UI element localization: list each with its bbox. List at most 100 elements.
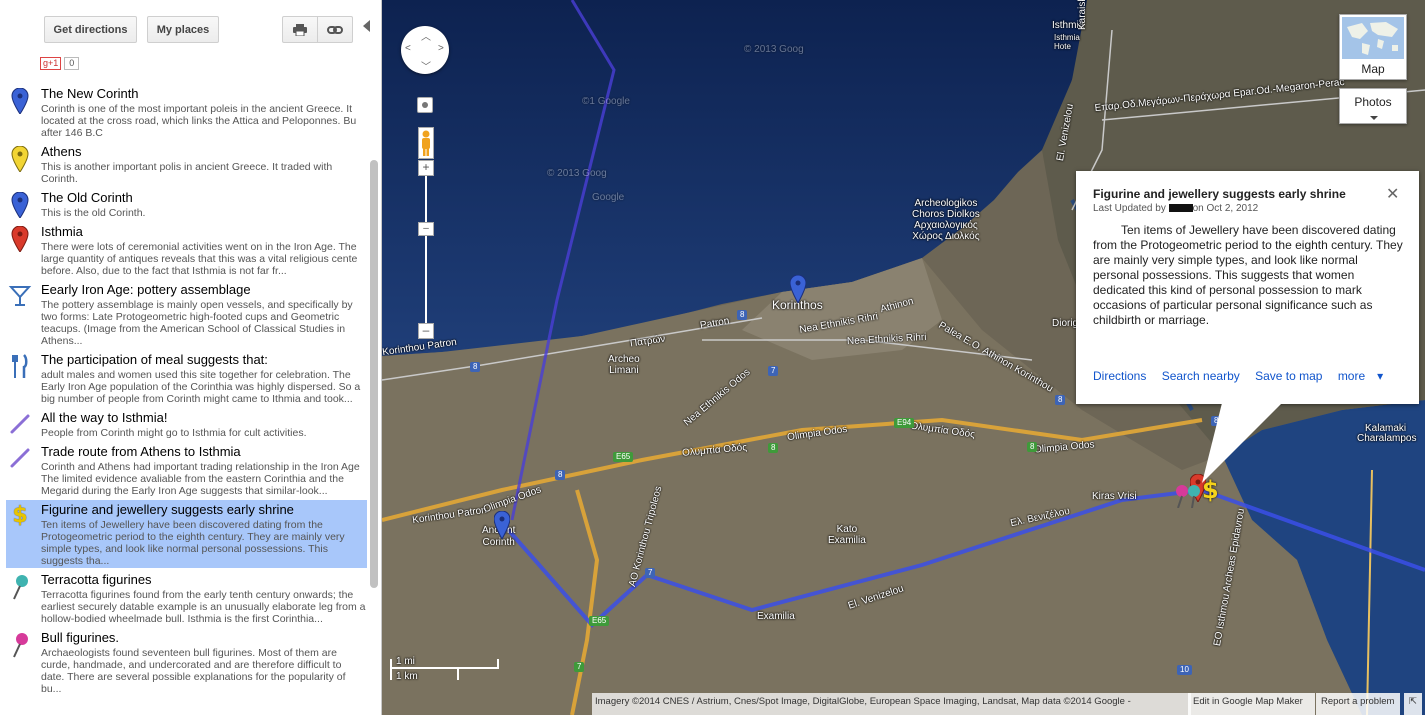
collapse-panel-icon[interactable] <box>363 20 370 32</box>
map-type-label: Map <box>1361 62 1385 76</box>
place-list-item[interactable]: Bull figurines. Archaeologists found seve… <box>6 628 367 692</box>
zoom-slider-track[interactable] <box>425 176 427 323</box>
marker-old-corinth-icon[interactable] <box>494 511 510 539</box>
get-directions-button[interactable]: Get directions <box>44 16 137 43</box>
road-shield: 7 <box>574 662 585 672</box>
place-description: The pottery assemblage is mainly open ve… <box>41 299 353 347</box>
place-list-item[interactable]: The New Corinth Corinth is one of the mos… <box>6 84 367 140</box>
road-shield: E65 <box>613 452 634 462</box>
photos-button[interactable]: Photos <box>1339 88 1407 124</box>
map-watermark: © 2013 Goog <box>547 168 607 179</box>
panel-scrollbar[interactable] <box>370 160 378 588</box>
map-type-button[interactable]: Map <box>1339 14 1407 80</box>
map-attribution: Imagery ©2014 CNES / Astrium, Cnes/Spot … <box>592 693 1191 715</box>
my-places-button[interactable]: My places <box>147 16 219 43</box>
map-label: Kiras Vrisi <box>1092 491 1137 502</box>
pan-left-icon[interactable]: < <box>405 43 411 54</box>
scale-mi-label: 1 mi <box>396 656 415 667</box>
place-title[interactable]: Bull figurines. <box>41 630 119 645</box>
more-label: more <box>1337 369 1366 383</box>
place-description: This is the old Corinth. <box>41 207 146 219</box>
place-title[interactable]: The Old Corinth <box>41 190 133 205</box>
place-title[interactable]: Trade route from Athens to Isthmia <box>41 444 241 459</box>
chevron-down-icon <box>1370 116 1378 120</box>
gplus-count: 0 <box>64 57 80 70</box>
place-description: adult males and women used this site tog… <box>41 369 361 405</box>
purple-line-icon <box>8 412 32 436</box>
info-window: Figurine and jewellery suggests early sh… <box>1076 171 1419 404</box>
map-label: Examilia <box>757 611 795 622</box>
print-button[interactable] <box>282 16 318 43</box>
info-window-body: Ten items of Jewellery have been discove… <box>1093 223 1403 327</box>
link-icon <box>327 25 343 34</box>
road-shield: E65 <box>589 616 610 626</box>
directions-link[interactable]: Directions <box>1093 369 1146 383</box>
place-list-item[interactable]: Athens This is another important polis in… <box>6 142 367 186</box>
street-view-pegman-icon[interactable] <box>418 127 434 159</box>
place-list-item[interactable]: Terracotta figurines Terracotta figurines… <box>6 570 367 626</box>
place-description: Ten items of Jewellery have been discove… <box>41 519 345 567</box>
zoom-reset-button[interactable] <box>417 97 433 113</box>
map-watermark: © 2013 Goog <box>744 44 804 55</box>
place-description: People from Corinth might go to Isthmia … <box>41 427 307 439</box>
info-window-tail <box>1202 403 1282 483</box>
report-problem-link[interactable]: Report a problem <box>1316 693 1400 715</box>
place-description: Corinth is one of the most important pol… <box>41 103 357 139</box>
road-shield: 8 <box>1055 395 1066 405</box>
place-title[interactable]: Isthmia <box>41 224 83 239</box>
road-shield: 8 <box>470 362 481 372</box>
zoom-slider-thumb[interactable]: – <box>418 222 434 236</box>
place-list-item[interactable]: Trade route from Athens to Isthmia Corint… <box>6 442 367 498</box>
place-title[interactable]: Terracotta figurines <box>41 572 152 587</box>
map-view[interactable]: Isthmia Isthmia Hote Karaiskaki Επαρ.Οδ.… <box>382 0 1425 715</box>
place-title[interactable]: All the way to Isthmia! <box>41 410 167 425</box>
place-description: This is another important polis in ancie… <box>41 161 333 185</box>
gplus-button[interactable]: g+1 <box>40 57 62 70</box>
road-shield: 8 <box>737 310 748 320</box>
map-scale: 1 mi 1 km <box>390 656 500 684</box>
panel-toolbar: Get directions My places <box>0 0 381 58</box>
zoom-out-button[interactable]: – <box>418 323 434 339</box>
place-title[interactable]: The participation of meal suggests that: <box>41 352 268 367</box>
gplus-widget[interactable]: g+1 0 <box>40 57 80 70</box>
meta-suffix: on Oct 2, 2012 <box>1192 203 1259 214</box>
road-shield: 8 <box>555 470 566 480</box>
place-list-item[interactable]: Isthmia There were lots of ceremonial act… <box>6 222 367 278</box>
pan-up-icon[interactable]: ︿ <box>421 28 431 43</box>
close-icon[interactable]: ✕ <box>1386 184 1399 204</box>
blue-pin-icon <box>8 191 32 219</box>
pan-down-icon[interactable]: ﹀ <box>421 58 431 73</box>
marker-terracotta-icon[interactable] <box>1187 484 1201 508</box>
more-link[interactable]: more ▾ <box>1338 369 1383 383</box>
place-title[interactable]: Athens <box>41 144 81 159</box>
pan-right-icon[interactable]: > <box>438 43 444 54</box>
info-window-links: Directions Search nearby Save to map mor… <box>1093 369 1395 383</box>
purple-line-icon <box>8 446 32 470</box>
save-to-map-link[interactable]: Save to map <box>1255 369 1322 383</box>
place-list-item[interactable]: The participation of meal suggests that:… <box>6 350 367 406</box>
link-button[interactable] <box>317 16 353 43</box>
map-label: Kato Examilia <box>828 524 866 546</box>
place-list-item[interactable]: All the way to Isthmia! People from Corin… <box>6 408 367 440</box>
zoom-in-button[interactable]: + <box>418 160 434 176</box>
search-nearby-link[interactable]: Search nearby <box>1162 369 1240 383</box>
edit-in-map-maker-link[interactable]: Edit in Google Map Maker <box>1188 693 1315 715</box>
place-title[interactable]: Eearly Iron Age: pottery assemblage <box>41 282 251 297</box>
fork-knife-icon <box>8 354 32 378</box>
map-label: Archeo Limani <box>608 354 640 376</box>
road-shield: 7 <box>768 366 779 376</box>
info-window-meta: Last Updated by on Oct 2, 2012 <box>1093 203 1258 214</box>
expand-corner-icon[interactable]: ⇱ <box>1404 693 1422 715</box>
place-list-item[interactable]: The Old Corinth This is the old Corinth. <box>6 188 367 220</box>
place-title[interactable]: Figurine and jewellery suggests early sh… <box>41 502 294 517</box>
pan-control[interactable]: ︿ ﹀ < > <box>401 26 449 74</box>
marker-new-corinth-icon[interactable] <box>790 275 806 303</box>
blue-pin-icon <box>8 87 32 115</box>
place-description: Archaeologists found seventeen bull figu… <box>41 647 346 692</box>
place-title[interactable]: The New Corinth <box>41 86 139 101</box>
place-list-item[interactable]: $ Figurine and jewellery suggests early s… <box>6 500 367 568</box>
left-panel: Get directions My places g+1 0 The New C… <box>0 0 382 715</box>
place-list-item[interactable]: Eearly Iron Age: pottery assemblage The p… <box>6 280 367 348</box>
map-watermark: ©1 Google <box>582 96 630 107</box>
world-map-thumbnail-icon <box>1342 17 1404 59</box>
